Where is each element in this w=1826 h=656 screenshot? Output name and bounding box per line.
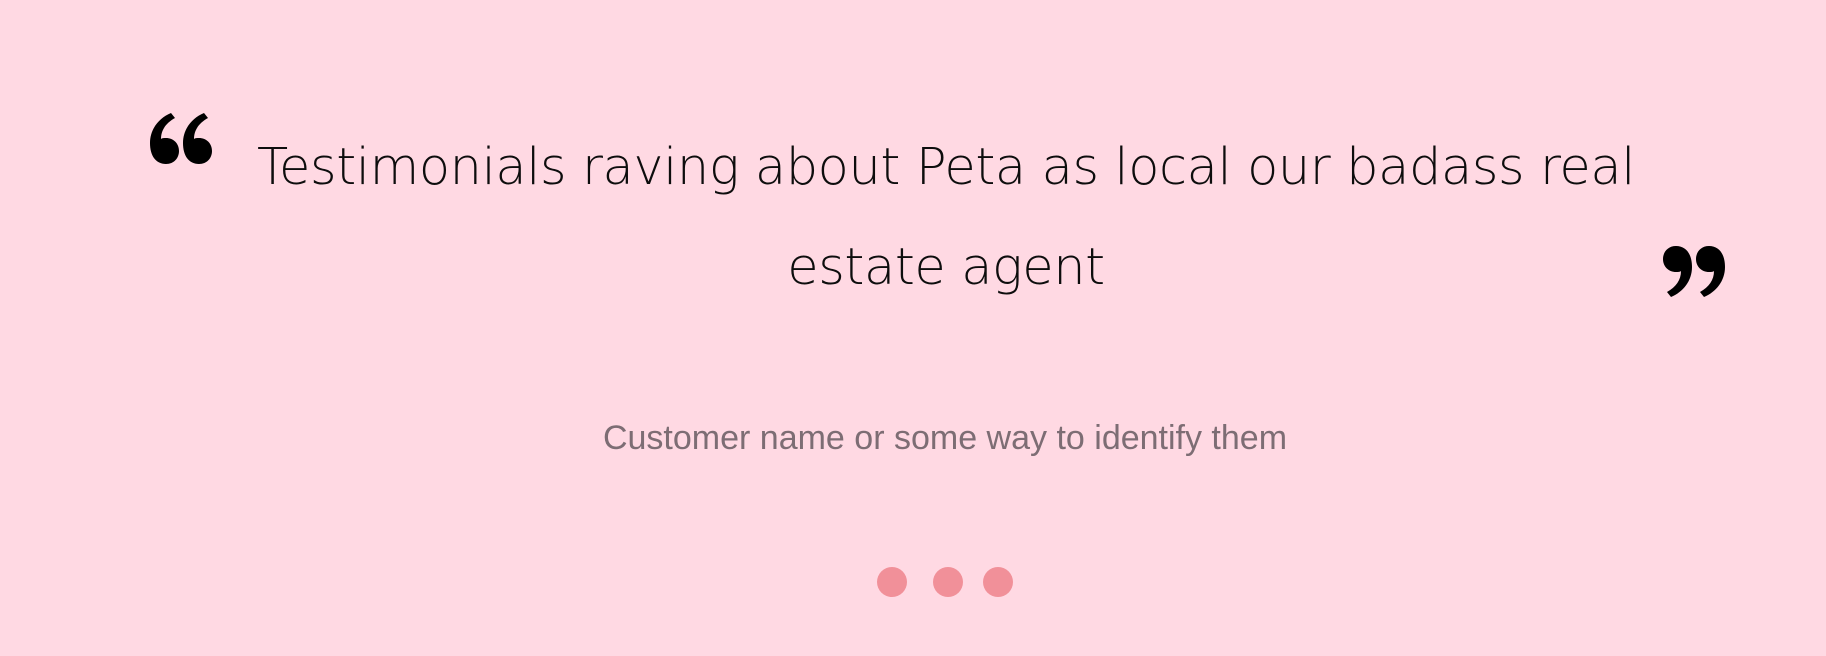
testimonial-section: Testimonials raving about Peta as local … bbox=[0, 0, 1826, 656]
opening-quote-icon bbox=[141, 108, 213, 170]
closing-quote-icon bbox=[1662, 240, 1734, 302]
pagination-dot-3[interactable] bbox=[983, 567, 1013, 597]
customer-name: Customer name or some way to identify th… bbox=[602, 419, 1288, 457]
testimonial-quote: Testimonials raving about Peta as local … bbox=[256, 138, 1636, 297]
testimonial-pagination bbox=[877, 567, 1013, 597]
pagination-dot-1[interactable] bbox=[877, 567, 907, 597]
pagination-dot-2[interactable] bbox=[933, 567, 963, 597]
